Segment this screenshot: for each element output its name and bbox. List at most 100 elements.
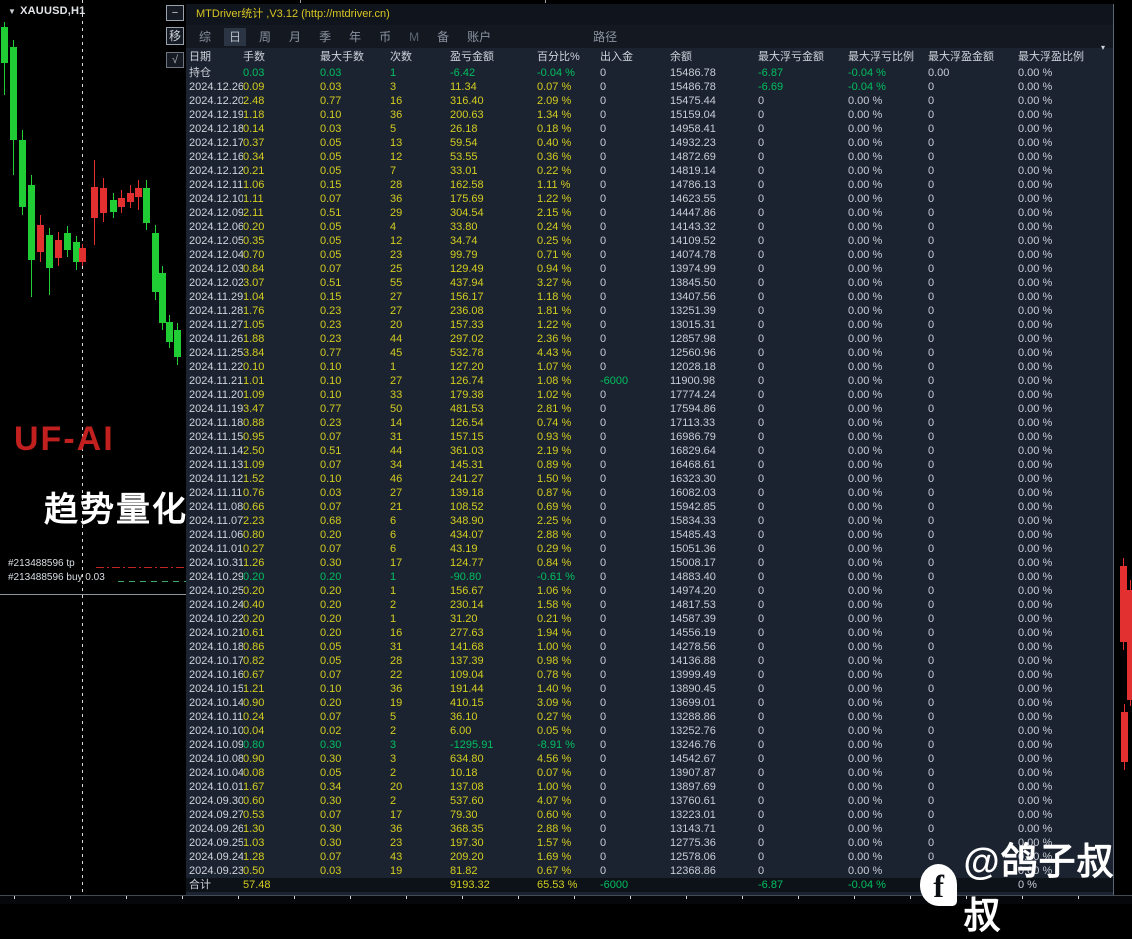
cell: 0 [600,501,607,513]
cell: 0.80 [243,739,265,751]
cell: 2024.10.14 [189,697,243,709]
cell: 0.25 % [537,235,572,247]
cell: 0 [758,235,765,247]
panel-titlebar[interactable]: MTDriver统计 ,V3.12 (http://mtdriver.cn) [186,4,1113,25]
tab-M[interactable]: M [404,28,424,46]
cell: 2024.11.28 [189,305,243,317]
panel-minimize-button[interactable]: − [166,5,184,21]
cell: 0 [600,781,607,793]
table-row: 2024.11.21 1.01 0.10 27 126.74 1.08 % -6000 119… [186,374,1113,388]
cell: 13223.01 [670,809,716,821]
cell: 14109.52 [670,235,716,247]
tab-周[interactable]: 周 [254,28,276,46]
cell: 4 [390,221,397,233]
tab-月[interactable]: 月 [284,28,306,46]
cell: 0 [928,361,935,373]
tab-日[interactable]: 日 [224,28,247,46]
cell: 2024.11.19 [189,403,243,415]
tab-年[interactable]: 年 [344,28,366,46]
table-row: 2024.11.22 0.10 0.10 1 127.20 1.07 % 0 12028.18… [186,360,1113,374]
tab-季[interactable]: 季 [314,28,336,46]
cell: 1.00 % [537,781,572,793]
cell: 0 [928,291,935,303]
cell: 0.00 % [848,109,883,121]
cell: 36 [390,823,403,835]
cell: 2024.10.18 [189,641,243,653]
cell: 0.00 % [1018,165,1053,177]
tab-备[interactable]: 备 [432,28,454,46]
cell: 0 [928,179,935,191]
cell: 0 [928,543,935,555]
cell: 14074.78 [670,249,716,261]
cell: 0.00 % [1018,95,1053,107]
cell: 157.33 [450,319,484,331]
cell: 0.67 [243,669,265,681]
cell: 1.52 [243,473,265,485]
cell: 0.15 [320,179,342,191]
cell: 0 [928,459,935,471]
cell: 1.08 % [537,375,572,387]
cell: 126.54 [450,417,484,429]
cell: 15159.04 [670,109,716,121]
tab-path[interactable]: 路径 [588,26,622,47]
tab-币[interactable]: 币 [374,28,396,46]
tab-综[interactable]: 综 [194,28,216,46]
table-header-row: 日期 手数 最大手数 次数 盈亏金额 百分比% 出入金 余额 最大浮亏金额 最大浮亏比例 最大浮盈金… [186,48,1113,66]
cell: 2024.12.06 [189,221,243,233]
cell: 2024.10.25 [189,585,243,597]
cell: 0.00 % [848,487,883,499]
cell: 0.00 % [848,571,883,583]
cell: 0.03 [320,67,342,79]
cell: 0.05 [320,165,342,177]
cell: 0.00 % [1018,263,1053,275]
cell: 20 [390,781,403,793]
panel-move-button[interactable]: 移 [166,27,184,45]
cell: 36.10 [450,711,478,723]
brand-text-ufai: UF-AI [14,420,115,458]
scroll-dropdown-icon[interactable]: ▾ [1101,43,1105,52]
watermark-text: @鸽子叔叔 [963,841,1115,936]
cell: 11900.98 [670,375,716,387]
cell: 0.00 % [848,837,883,849]
table-row: 2024.11.13 1.09 0.07 34 145.31 0.89 % 0 16468.6… [186,458,1113,472]
table-row: 2024.09.27 0.53 0.07 17 79.30 0.60 % 0 13223.01… [186,808,1113,822]
brand-text-quant: 趋势量化 [44,491,188,529]
cell: 156.17 [450,291,484,303]
cell: 0 [758,361,765,373]
cell: 0 [758,375,765,387]
cell: 2024.10.17 [189,655,243,667]
table-row: 持仓 0.03 0.03 1 -6.42 -0.04 % 0 15486.78 -6.87 -0.… [186,66,1113,80]
cell: 6 [390,543,397,555]
cell: 0.87 % [537,487,572,499]
panel-check-button[interactable]: √ [166,52,184,68]
cell: 0 [600,291,607,303]
tab-账户[interactable]: 账户 [462,28,496,46]
cell: 2.48 [243,95,265,107]
cell: 0 [928,613,935,625]
cell: 0.00 % [1018,543,1053,555]
cell: 14278.56 [670,641,716,653]
table-row: 2024.11.27 1.05 0.23 20 157.33 1.22 % 0 13015.3… [186,318,1113,332]
chevron-down-icon: ▼ [8,7,17,16]
cell: 2024.12.04 [189,249,243,261]
cell: 0 [600,529,607,541]
cell: 14542.67 [670,753,716,765]
cell: 0 [600,669,607,681]
cell: 304.54 [450,207,484,219]
cell: 13 [390,137,403,149]
cell: 3.09 % [537,697,572,709]
cell: 0.05 [320,249,342,261]
cell: 0.00 % [1018,235,1053,247]
cell: 0 [600,249,607,261]
time-axis-tick [350,896,351,899]
cell: 0.00 % [1018,725,1053,737]
cell: 1 [390,361,397,373]
cell: 0 [600,627,607,639]
cell: 0.34 [243,151,265,163]
column-header: 余额 [670,51,692,63]
candle-body [1121,712,1128,762]
cell: 0.00 % [848,627,883,639]
cell: 0 [758,725,765,737]
candle-body [143,188,150,223]
cell: 2.15 % [537,207,572,219]
